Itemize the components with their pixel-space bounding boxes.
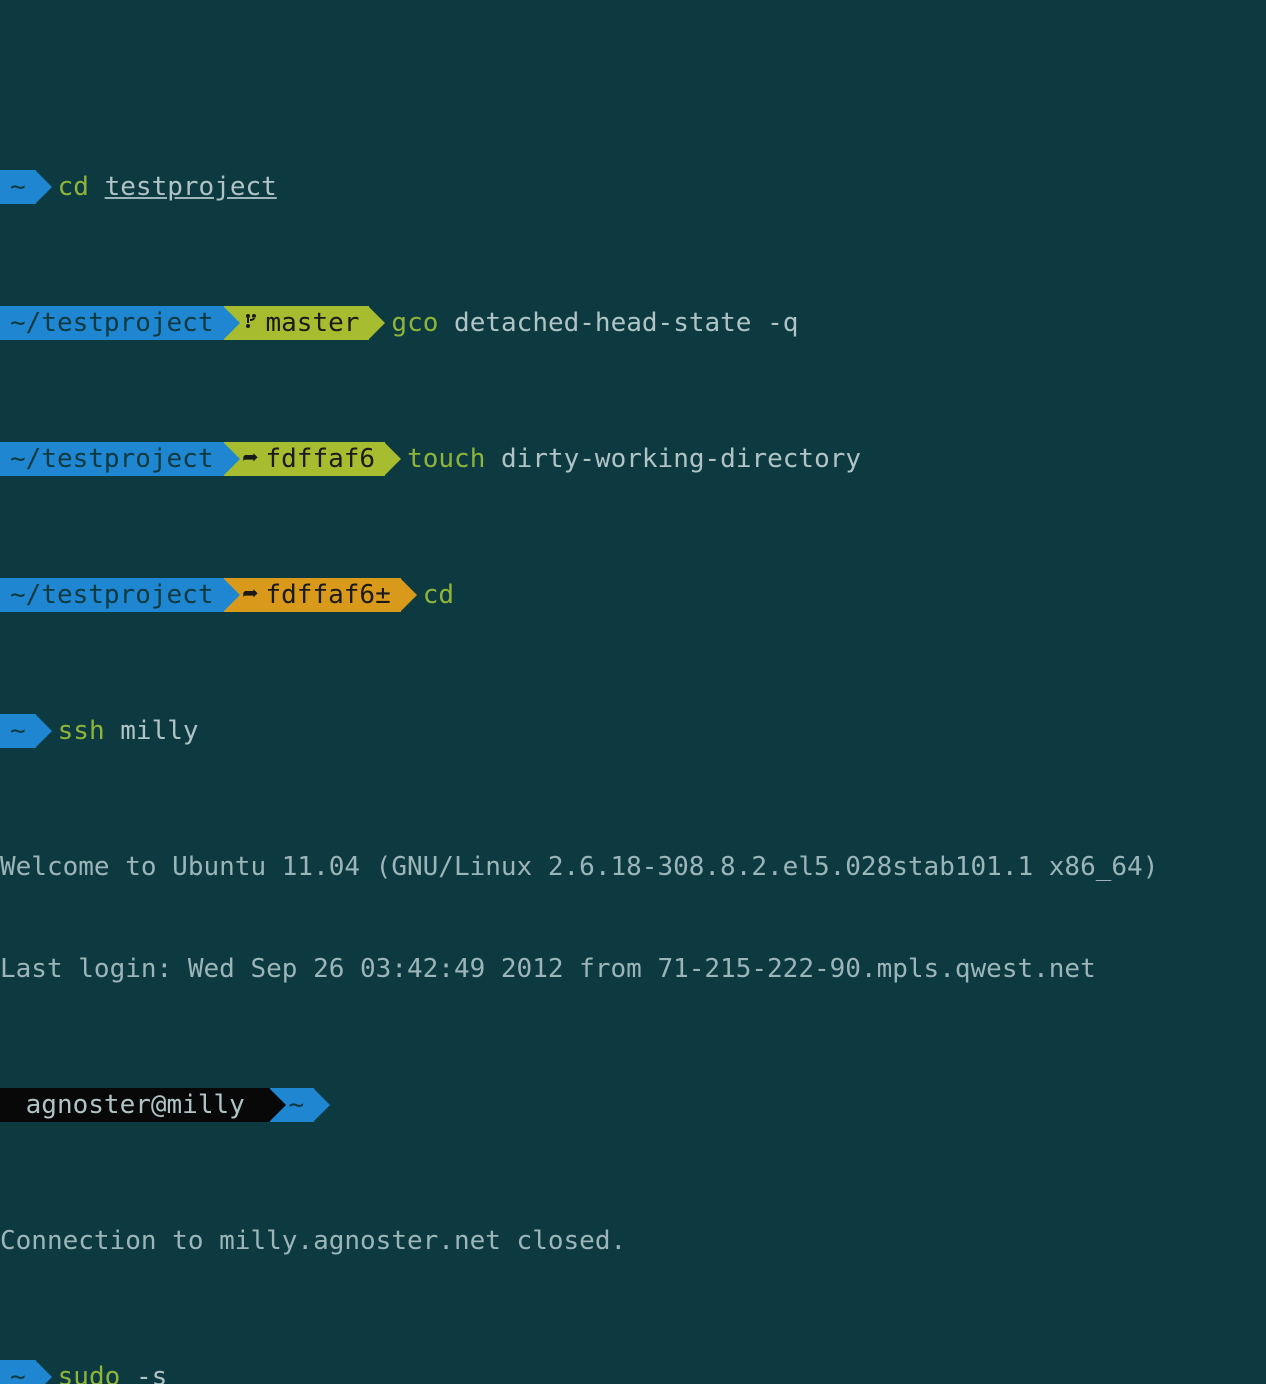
command: cd: [58, 170, 89, 204]
detached-icon: ➦: [242, 578, 260, 612]
argument: testproject: [105, 170, 277, 204]
git-segment: master: [224, 306, 370, 340]
user-host-segment: agnoster@milly: [0, 1088, 270, 1122]
path-segment: ~/testproject: [0, 442, 224, 476]
command: cd: [423, 578, 454, 612]
command-area[interactable]: cd testproject: [36, 170, 277, 204]
path-segment: ~/testproject: [0, 306, 224, 340]
argument: milly: [120, 714, 198, 748]
prompt-line: ~/testproject master gco detached-head-s…: [0, 306, 1266, 340]
command: gco: [391, 306, 438, 340]
path-segment: ~: [0, 714, 36, 748]
argument: detached-head-state -q: [454, 306, 798, 340]
path-segment: ~/testproject: [0, 578, 224, 612]
git-dirty-segment: ➦fdffaf6±: [224, 578, 401, 612]
detached-icon: ➦: [242, 442, 260, 476]
command-area[interactable]: ssh milly: [36, 714, 199, 748]
prompt-line: ~ ssh milly: [0, 714, 1266, 748]
prompt-line: ~ cd testproject: [0, 170, 1266, 204]
command: ssh: [58, 714, 105, 748]
argument: dirty-working-directory: [501, 442, 861, 476]
argument: -s: [136, 1360, 167, 1384]
branch-icon: [242, 306, 260, 340]
command: sudo: [58, 1360, 121, 1384]
command-area[interactable]: gco detached-head-state -q: [369, 306, 798, 340]
command-area[interactable]: sudo -s: [36, 1360, 168, 1384]
prompt-line: ~/testproject ➦fdffaf6± cd: [0, 578, 1266, 612]
prompt-line: ~/testproject ➦fdffaf6 touch dirty-worki…: [0, 442, 1266, 476]
path-segment: ~: [0, 1360, 36, 1384]
command-area[interactable]: touch dirty-working-directory: [385, 442, 861, 476]
command: touch: [407, 442, 485, 476]
output-line: Welcome to Ubuntu 11.04 (GNU/Linux 2.6.1…: [0, 850, 1266, 884]
output-line: Last login: Wed Sep 26 03:42:49 2012 fro…: [0, 952, 1266, 986]
prompt-line: agnoster@milly ~: [0, 1088, 1266, 1122]
output-line: Connection to milly.agnoster.net closed.: [0, 1224, 1266, 1258]
git-segment: ➦fdffaf6: [224, 442, 386, 476]
prompt-line: ~ sudo -s: [0, 1360, 1266, 1384]
path-segment: ~: [0, 170, 36, 204]
